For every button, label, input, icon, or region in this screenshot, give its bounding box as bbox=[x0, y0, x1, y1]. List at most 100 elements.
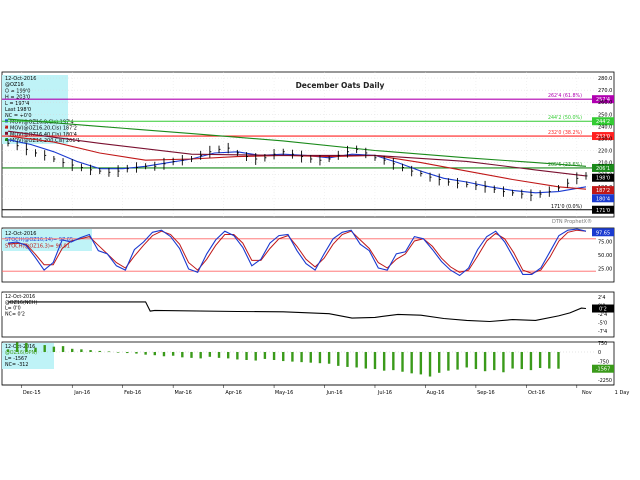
stochastic-tick-label: 25.00 bbox=[598, 267, 612, 273]
net-position-bar bbox=[254, 352, 257, 361]
source-tag: DTN ProphetX® bbox=[552, 218, 592, 225]
net-position-bar bbox=[465, 352, 468, 368]
net-position-info-line: 12-Oct-2016 bbox=[5, 344, 35, 350]
net-position-bar bbox=[6, 349, 10, 352]
net-position-bar bbox=[116, 352, 120, 353]
net-position-bar bbox=[25, 342, 28, 352]
fibonacci-label: 171'0 (0.0%) bbox=[551, 204, 582, 210]
fibonacci-label: 262'4 (61.8%) bbox=[548, 93, 582, 99]
price-tick-label: 280.0 bbox=[598, 76, 612, 82]
net-position-bar bbox=[71, 348, 74, 352]
net-position-bar bbox=[309, 352, 312, 363]
x-axis-tick-label: Dec-15 bbox=[23, 390, 41, 396]
price-tick-label: 210.0 bbox=[598, 161, 612, 167]
net-position-bar bbox=[410, 352, 413, 374]
net-position-bar bbox=[98, 350, 101, 352]
price-info-line: Last 198'0 bbox=[5, 107, 31, 113]
legend-swatch bbox=[5, 125, 8, 129]
net-position-tick-label: 0 bbox=[598, 350, 601, 356]
fibonacci-value-text: 171'0 bbox=[596, 208, 610, 214]
net-position-bar bbox=[34, 347, 37, 352]
commitments-tick-label: 2'4 bbox=[598, 295, 605, 301]
net-position-bar bbox=[52, 346, 56, 352]
x-axis-tick-label: May-16 bbox=[275, 390, 293, 396]
net-position-bar bbox=[438, 352, 441, 373]
net-position-bar bbox=[153, 352, 156, 356]
commitments-panel: 12-Oct-2016@OZ16(NCH)L= 0'0NC= 0'2 2'4 0'… bbox=[1, 291, 615, 338]
net-position-bar bbox=[61, 346, 65, 352]
x-axis-tick-label: Nov bbox=[582, 390, 592, 396]
commitments-tick-label: -2'4 bbox=[598, 312, 607, 318]
stochastic-panel: 12-Oct-2016STOCH(@OZ16,14)= 97.65STOCH(@… bbox=[1, 227, 615, 283]
price-tick-label: 260.0 bbox=[598, 100, 612, 106]
net-position-bar bbox=[493, 352, 496, 371]
net-position-bar bbox=[43, 345, 46, 352]
net-position-bar bbox=[245, 352, 248, 360]
net-position-bar bbox=[135, 352, 138, 354]
net-position-bar bbox=[364, 352, 368, 369]
net-position-panel: 12-Oct-2016@OZ16(OPN)L= -1567NC= -312 75… bbox=[1, 341, 615, 386]
net-position-bar bbox=[428, 352, 432, 377]
x-axis-tick-label: Jan-16 bbox=[73, 390, 90, 396]
net-position-bar bbox=[272, 352, 276, 360]
net-position-bar bbox=[355, 352, 358, 368]
price-info-line: @OZ16 bbox=[5, 82, 24, 88]
net-position-bar bbox=[89, 350, 92, 352]
net-position-bar bbox=[373, 352, 377, 370]
net-position-tick-label: -2250 bbox=[598, 378, 612, 384]
net-position-bar bbox=[327, 352, 331, 364]
net-position-bar bbox=[300, 352, 303, 363]
x-axis-tick-label: Oct-16 bbox=[528, 390, 545, 396]
net-position-value-text: -1567 bbox=[596, 367, 611, 373]
x-axis-tick-label: Mar-16 bbox=[175, 390, 192, 396]
net-position-bar bbox=[529, 352, 533, 371]
net-position-bar bbox=[107, 351, 111, 353]
fibonacci-value-text: 206'1 bbox=[596, 166, 610, 172]
net-position-bar bbox=[548, 352, 551, 369]
fibonacci-label: 244'2 (50.0%) bbox=[548, 115, 582, 121]
price-panel: December Oats Daily DTN ProphetX® 12-Oct… bbox=[1, 71, 615, 225]
commitments-value-text: 0'2 bbox=[599, 307, 607, 313]
stochastic-tick-label: 50.00 bbox=[598, 253, 612, 259]
net-position-bar bbox=[126, 352, 129, 354]
net-position-info-line: L= -1567 bbox=[5, 356, 27, 362]
stochastic-tick-label: 75.00 bbox=[598, 240, 612, 246]
price-value-text: 187'2 bbox=[596, 188, 610, 194]
net-position-bar bbox=[483, 352, 487, 372]
net-position-bar bbox=[162, 352, 166, 357]
commitments-info-line: L= 0'0 bbox=[5, 306, 21, 312]
net-position-bar bbox=[291, 352, 294, 362]
net-position-bar bbox=[208, 352, 212, 357]
net-position-bar bbox=[401, 352, 404, 372]
net-position-bar bbox=[190, 352, 193, 358]
legend-swatch bbox=[5, 131, 8, 135]
x-axis-tick-label: Jul-16 bbox=[377, 390, 392, 396]
commitments-panel-frame bbox=[1, 291, 615, 338]
stochastic-info-line: 12-Oct-2016 bbox=[5, 231, 36, 237]
net-position-bar bbox=[337, 352, 340, 366]
net-position-bar bbox=[217, 352, 221, 358]
net-position-bar bbox=[80, 349, 83, 352]
price-info-line: O = 199'0 bbox=[5, 88, 30, 94]
x-axis-tick-label: Sep-16 bbox=[477, 390, 495, 396]
commitments-info-line: 12-Oct-2016 bbox=[5, 294, 35, 300]
net-position-bar bbox=[474, 352, 478, 370]
x-axis: Dec-15 Jan-16 Feb-16 Mar-16 Apr-16 May-16 Jun-… bbox=[2, 384, 629, 396]
net-position-bar bbox=[456, 352, 459, 370]
net-position-bar bbox=[144, 352, 147, 355]
net-position-bar bbox=[282, 352, 285, 362]
net-position-bar bbox=[318, 352, 322, 364]
price-tick-label: 240.0 bbox=[598, 124, 612, 130]
x-axis-tick-label: Feb-16 bbox=[124, 390, 141, 396]
price-value-text: 180'4 bbox=[596, 196, 610, 202]
commitments-info-line: @OZ16(NCH) bbox=[5, 300, 37, 306]
net-position-bar bbox=[263, 352, 267, 359]
x-axis-ticks: Dec-15 Jan-16 Feb-16 Mar-16 Apr-16 May-16 Jun-… bbox=[21, 385, 629, 396]
net-position-bar bbox=[236, 352, 239, 360]
price-info-line: L = 197'4 bbox=[5, 101, 29, 107]
x-axis-tick-label: Aug-16 bbox=[426, 390, 444, 396]
net-position-bar bbox=[511, 352, 514, 369]
chart-title: December Oats Daily bbox=[296, 81, 385, 90]
net-position-info-line: @OZ16(OPN) bbox=[5, 350, 37, 356]
x-axis-tick-label: Apr-16 bbox=[225, 390, 242, 396]
